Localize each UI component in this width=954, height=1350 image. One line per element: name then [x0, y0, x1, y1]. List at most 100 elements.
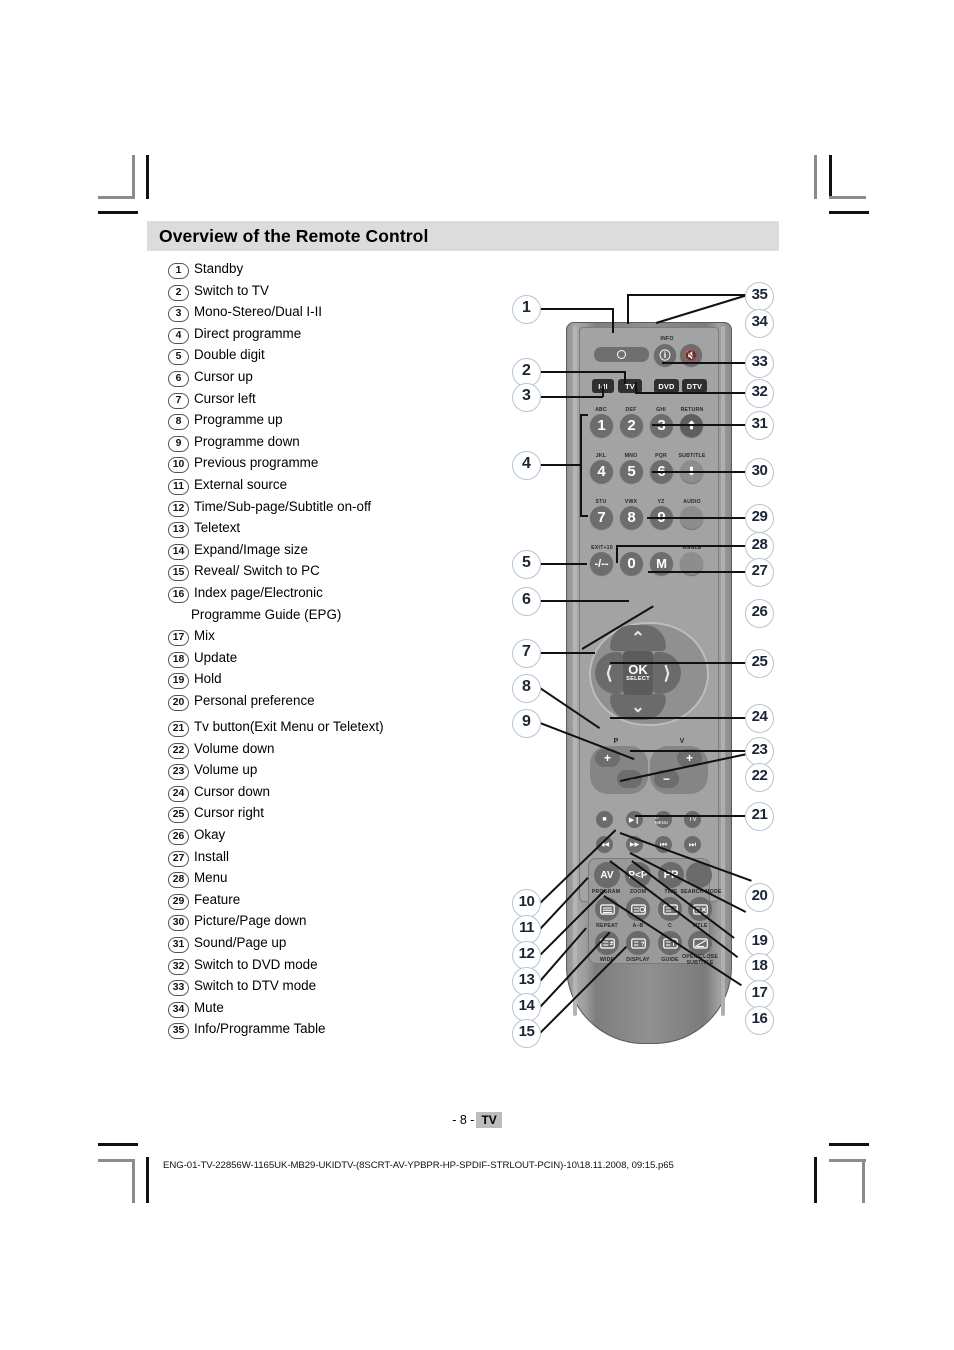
dvd-source-button[interactable]: DVD: [654, 379, 679, 393]
legend-number: 32: [168, 958, 189, 975]
ok-select-button[interactable]: OK SELECT: [623, 651, 653, 695]
key-alpha-4: JKL: [595, 453, 607, 459]
callout-31: 31: [745, 411, 774, 440]
legend-number: 19: [168, 673, 189, 690]
legend-item-15: 15 Reveal/ Switch to PC: [168, 560, 508, 582]
double-digit-button[interactable]: -/--: [590, 552, 613, 575]
key-alpha-3: GHI: [656, 407, 666, 413]
key-alpha-1: ABC: [595, 407, 607, 413]
leader-28v: [616, 545, 618, 563]
page-number: - 8 -: [452, 1113, 475, 1127]
legend-item-4: 4 Direct programme: [168, 323, 508, 345]
legend-number: 21: [168, 720, 189, 737]
callout-32: 32: [745, 379, 774, 408]
legend-number: 17: [168, 630, 189, 647]
legend-label: Volume up: [194, 762, 258, 778]
legend-item-17: 17 Mix: [168, 625, 508, 647]
legend-label: Personal preference: [194, 692, 315, 708]
numpad-key-2[interactable]: 2: [620, 414, 643, 437]
leader-4: [539, 464, 581, 466]
legend-label: Switch to TV: [194, 282, 269, 298]
remote-legend-list: 1 Standby 2 Switch to TV 3 Mono-Stereo/Dual I…: [168, 258, 508, 1040]
legend-number: 13: [168, 522, 189, 539]
d-menu-button[interactable]: D-MENU: [655, 811, 672, 828]
leader-27: [648, 571, 746, 573]
legend-item-32: 32 Switch to DVD mode: [168, 954, 508, 976]
legend-label: Cursor right: [194, 805, 264, 821]
legend-label: Mute: [194, 999, 224, 1015]
legend-number: 20: [168, 694, 189, 711]
callout-20: 20: [745, 883, 774, 912]
legend-label: Expand/Image size: [194, 541, 308, 557]
legend-label: Tv button(Exit Menu or Teletext): [194, 718, 384, 734]
legend-label: Feature: [194, 891, 241, 907]
tv-source-button[interactable]: TV: [618, 379, 642, 393]
legend-label: Info/Programme Table: [194, 1021, 326, 1037]
key-alpha-9: YZ: [657, 499, 665, 505]
legend-item-21: 21 Tv button(Exit Menu or Teletext): [168, 716, 508, 738]
teletext-button[interactable]: [595, 897, 619, 921]
next-track-button[interactable]: ⏭: [684, 836, 701, 853]
legend-label: Mix: [194, 628, 215, 644]
info-icon: ⓘ: [659, 350, 671, 362]
play-pause-button[interactable]: ▶❙: [626, 811, 643, 828]
callout-6: 6: [512, 587, 541, 616]
volume-rocker-label: V: [679, 738, 685, 745]
leader-29: [647, 517, 746, 519]
key-alpha-7: STU: [595, 499, 607, 505]
dtv-source-button[interactable]: DTV: [682, 379, 707, 393]
callout-22: 22: [745, 763, 774, 792]
legend-item-9: 9 Programme down: [168, 431, 508, 453]
legend-item-18: 18 Update: [168, 647, 508, 669]
remote-right-sheen: [721, 326, 725, 1016]
chevron-left-icon: ⟨: [605, 662, 613, 683]
legend-label: Teletext: [194, 520, 241, 536]
legend-number: 29: [168, 893, 189, 910]
remote-control-figure: INFO ⓘ 🔇 I-II TV DVD DTV ABC DEF GHI RET…: [500, 282, 800, 1062]
leader-2: [539, 371, 625, 373]
legend-item-27: 27 Install: [168, 846, 508, 868]
page-footer: - 8 - TV: [0, 1112, 954, 1128]
numpad-key-5[interactable]: 5: [620, 460, 643, 483]
callout-21: 21: [745, 802, 774, 831]
leader-23: [630, 750, 746, 752]
legend-item-1: 1 Standby: [168, 258, 508, 280]
key-label-exit: EXIT+10: [591, 545, 613, 551]
leader-7: [539, 652, 595, 654]
numpad-key-1[interactable]: 1: [590, 414, 613, 437]
numpad-key-0[interactable]: 0: [620, 552, 643, 575]
leader-21: [635, 815, 746, 817]
legend-number: 6: [168, 370, 189, 387]
leader-4b: [580, 515, 588, 517]
numpad-key-4[interactable]: 4: [590, 460, 613, 483]
reveal-button[interactable]: ?: [626, 931, 650, 955]
callout-33: 33: [745, 349, 774, 378]
chevron-down-icon: ⌄: [631, 699, 645, 716]
legend-number: 15: [168, 565, 189, 582]
numpad-key-7[interactable]: 7: [590, 506, 613, 529]
tv-exit-button[interactable]: TV: [684, 811, 701, 828]
legend-label: Direct programme: [194, 325, 302, 341]
legend-number: 5: [168, 349, 189, 366]
numpad-key-8[interactable]: 8: [620, 506, 643, 529]
legend-number: 14: [168, 543, 189, 560]
legend-label: Update: [194, 649, 238, 665]
leader-31: [652, 424, 746, 426]
remote-left-sheen: [573, 326, 577, 1016]
stop-button[interactable]: ■: [596, 811, 613, 828]
reveal-icon: ?: [630, 937, 646, 949]
legend-item-6: 6 Cursor up: [168, 366, 508, 388]
key-alpha-6: PQR: [655, 453, 667, 459]
cursor-up-button[interactable]: ⌃: [610, 625, 666, 651]
legend-number: 22: [168, 742, 189, 759]
key-alpha-5: MNO: [624, 453, 638, 459]
leader-4a: [580, 414, 588, 416]
legend-number: 35: [168, 1023, 189, 1040]
standby-button[interactable]: [594, 347, 649, 362]
legend-label: Reveal/ Switch to PC: [194, 563, 320, 579]
legend-item-16: 16 Index page/Electronic: [168, 582, 508, 604]
callout-9: 9: [512, 709, 541, 738]
leader-5: [539, 563, 587, 565]
document-file-code: ENG-01-TV-22856W-1165UK-MB29-UKIDTV-(8SC…: [163, 1160, 674, 1171]
key-label-return: RETURN: [680, 407, 704, 413]
